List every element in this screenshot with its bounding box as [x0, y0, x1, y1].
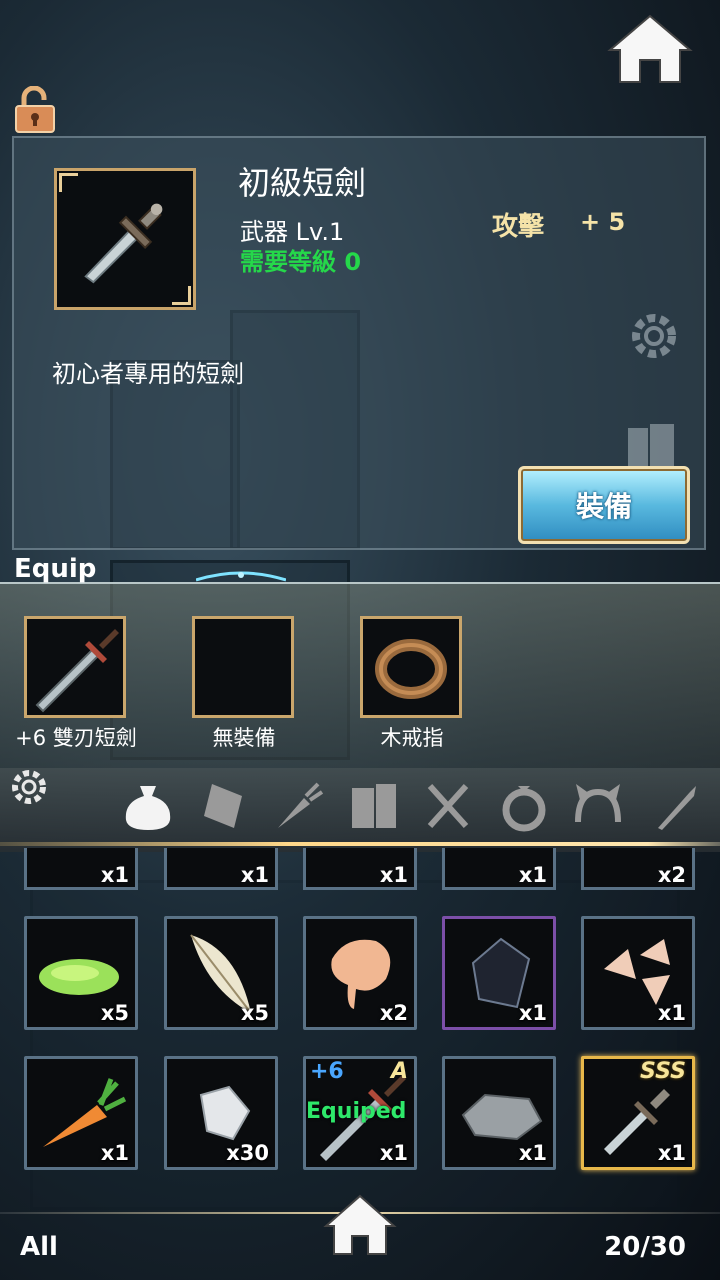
- equip-slot-ring[interactable]: [360, 616, 462, 718]
- short-sword-icon: [84, 203, 163, 284]
- ring-icon: [375, 639, 447, 699]
- filter-all-button[interactable]: All: [20, 1232, 58, 1262]
- item-count: x2: [379, 1001, 408, 1025]
- item-count: x1: [657, 1141, 686, 1165]
- equip-slot-empty[interactable]: [192, 616, 294, 718]
- item-count: x1: [518, 1001, 547, 1025]
- inventory-slot[interactable]: x30: [164, 1056, 278, 1170]
- inventory-slot[interactable]: x2: [581, 848, 695, 890]
- fork-knife-icon[interactable]: [420, 778, 476, 834]
- inventory-slot[interactable]: x1: [303, 848, 417, 890]
- headband-icon[interactable]: [570, 778, 626, 834]
- equip-slot-weapon-label: +6 雙刃短劍: [15, 726, 137, 750]
- stat-value: + 5: [580, 208, 626, 236]
- stat-label: 攻擊: [492, 212, 545, 242]
- equip-slot-weapon[interactable]: [24, 616, 126, 718]
- inventory-slot[interactable]: x5: [164, 916, 278, 1030]
- inventory-slot[interactable]: x5: [24, 916, 138, 1030]
- inventory-slot[interactable]: x1: [24, 1056, 138, 1170]
- home-icon[interactable]: [606, 12, 694, 86]
- item-count: x1: [100, 1141, 129, 1165]
- books-icon[interactable]: [346, 778, 402, 834]
- inventory-slot[interactable]: x2: [303, 916, 417, 1030]
- equip-button[interactable]: 裝備: [518, 466, 690, 544]
- inventory-slot-selected[interactable]: SSS x1: [581, 1056, 695, 1170]
- equip-title: Equip: [14, 554, 97, 584]
- item-preview: [54, 168, 196, 310]
- equip-slot-empty-label: 無裝備: [212, 726, 276, 750]
- inventory-slot[interactable]: x1: [164, 848, 278, 890]
- inventory-capacity: 20/30: [604, 1232, 686, 1262]
- inventory-slot[interactable]: x1: [24, 848, 138, 890]
- gear-icon[interactable]: [6, 764, 52, 810]
- item-count: x1: [657, 1001, 686, 1025]
- item-description: 初心者專用的短劍: [52, 360, 244, 388]
- category-divider: [0, 842, 720, 846]
- gear-icon[interactable]: [622, 304, 686, 368]
- item-count: x1: [379, 1141, 408, 1165]
- inventory-slot[interactable]: x1: [442, 848, 556, 890]
- equip-slot-ring-label: 木戒指: [380, 726, 444, 750]
- item-count: x5: [100, 1001, 129, 1025]
- inventory-slot[interactable]: x1: [442, 1056, 556, 1170]
- rank-badge: A: [390, 1059, 408, 1084]
- sword-icon[interactable]: [648, 778, 704, 834]
- required-level: 需要等級 0: [240, 248, 362, 276]
- item-name: 初級短劍: [238, 164, 367, 202]
- unlock-icon[interactable]: [14, 86, 56, 134]
- item-detail-panel: 初級短劍 武器 Lv.1 需要等級 0 攻擊 + 5 初心者專用的短劍 裝備: [12, 136, 706, 550]
- inventory-slot-equipped[interactable]: +6 A Equiped x1: [303, 1056, 417, 1170]
- rank-badge: SSS: [640, 1059, 686, 1084]
- bag-icon[interactable]: [120, 778, 176, 834]
- ornament-icon: [196, 571, 286, 582]
- equipped-status: Equiped: [306, 1099, 407, 1124]
- carrot-icon[interactable]: [270, 778, 326, 834]
- ring-icon[interactable]: [496, 778, 552, 834]
- card-icon[interactable]: [196, 778, 252, 834]
- enhance-level: +6: [310, 1059, 344, 1084]
- item-count: x1: [518, 1141, 547, 1165]
- item-count: x5: [240, 1001, 269, 1025]
- dagger-icon: [35, 629, 119, 713]
- inventory-slot[interactable]: x1: [442, 916, 556, 1030]
- home-icon[interactable]: [322, 1192, 398, 1258]
- inventory-slot[interactable]: x1: [581, 916, 695, 1030]
- item-count: x30: [226, 1141, 269, 1165]
